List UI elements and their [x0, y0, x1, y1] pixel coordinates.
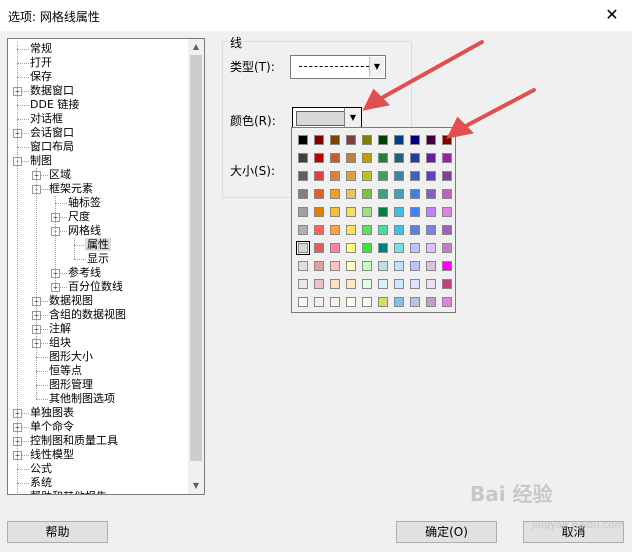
annotation-arrow-1 — [376, 40, 484, 102]
annotation-arrowhead-2 — [446, 116, 475, 139]
annotation-arrowhead-1 — [362, 88, 391, 111]
watermark-url: jingyan.baidu.com — [532, 520, 625, 531]
ok-button[interactable]: 确定(O) — [396, 521, 497, 543]
annotation-arrows — [362, 40, 536, 139]
help-button[interactable]: 帮助 — [7, 521, 108, 543]
watermark-logo: Bai 经验 — [470, 482, 553, 506]
annotation-arrow-2 — [460, 88, 536, 130]
